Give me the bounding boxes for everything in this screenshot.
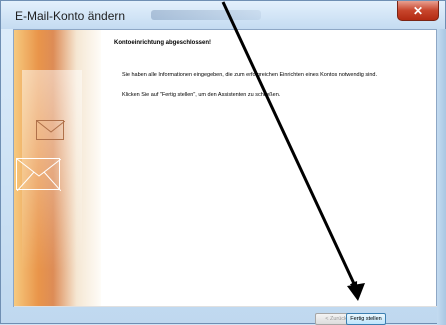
- close-icon: ✕: [412, 3, 424, 18]
- window-title: E-Mail-Konto ändern: [15, 9, 126, 23]
- title-bar[interactable]: E-Mail-Konto ändern ✕: [1, 1, 445, 29]
- mail-envelope-icon: [36, 120, 65, 140]
- page-heading: Kontoeinrichtung abgeschlossen!: [114, 40, 212, 46]
- info-text-1: Sie haben alle Informationen eingegeben,…: [122, 72, 378, 78]
- window-right-edge: [437, 29, 446, 325]
- wizard-panel: Kontoeinrichtung abgeschlossen! Sie habe…: [13, 29, 438, 307]
- finish-button[interactable]: Fertig stellen: [346, 313, 386, 325]
- close-button[interactable]: ✕: [397, 1, 439, 21]
- wizard-art: [14, 30, 101, 306]
- dialog-window: E-Mail-Konto ändern ✕ Kontoeinrichtung a…: [0, 0, 446, 325]
- mail-envelope-large-icon: [16, 158, 61, 191]
- wizard-footer: < Zurück Fertig stellen: [13, 307, 437, 325]
- info-text-2: Klicken Sie auf "Fertig stellen", um den…: [122, 92, 281, 98]
- background-window-ghost: [151, 10, 261, 20]
